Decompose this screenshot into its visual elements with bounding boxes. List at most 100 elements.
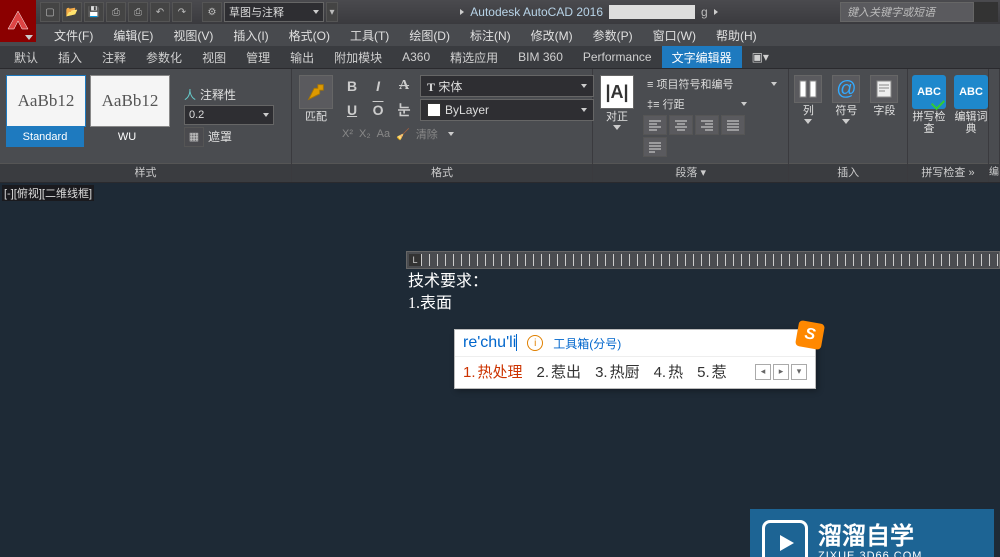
tab-bim360[interactable]: BIM 360 (508, 46, 573, 68)
qat-undo-icon[interactable]: ↶ (150, 2, 170, 22)
ime-prev-icon[interactable]: ◂ (755, 364, 771, 380)
drawing-viewport[interactable]: [-][俯视][二维线框] L 技术要求： 1.表面 S re'chu'li i… (0, 183, 1000, 557)
sogou-logo-icon[interactable]: S (795, 320, 825, 350)
subscript-button[interactable]: X₂ (359, 128, 371, 140)
play-icon[interactable] (460, 9, 464, 15)
match-icon (299, 75, 333, 109)
style-preview-wu[interactable]: AaBb12 (90, 75, 170, 127)
spellcheck-button[interactable]: ABC 拼写检查 (910, 73, 948, 159)
tab-annotate[interactable]: 注释 (92, 46, 136, 68)
ime-candidate-4[interactable]: 4.热 (654, 361, 684, 382)
font-selector[interactable]: T 宋体 (420, 75, 594, 97)
field-button[interactable]: 字段 (867, 73, 901, 159)
align-dist-icon[interactable] (643, 137, 667, 157)
qat-redo-icon[interactable]: ↷ (172, 2, 192, 22)
qat-plot-icon[interactable]: ⎙ (128, 2, 148, 22)
quick-access-toolbar: ▢ 📂 💾 ⎙ ⎙ ↶ ↷ ⚙ 草图与注释 ▾ (40, 0, 338, 24)
style-name-standard[interactable]: Standard (6, 127, 84, 147)
app-logo[interactable] (0, 0, 36, 42)
ime-candidate-1[interactable]: 1.热处理 (463, 361, 523, 382)
case-button[interactable]: Aa (377, 128, 390, 140)
tab-performance[interactable]: Performance (573, 46, 662, 68)
menu-draw[interactable]: 绘图(D) (399, 25, 460, 46)
menu-bar: 文件(F) 编辑(E) 视图(V) 插入(I) 格式(O) 工具(T) 绘图(D… (0, 24, 1000, 46)
menu-tools[interactable]: 工具(T) (340, 25, 399, 46)
tab-a360[interactable]: A360 (392, 46, 440, 68)
align-left-icon[interactable] (643, 115, 667, 135)
tab-manage[interactable]: 管理 (236, 46, 280, 68)
justify-button[interactable]: |A| 对正 (597, 73, 637, 159)
annotative-toggle[interactable]: 人 注释性 (184, 86, 274, 103)
info-icon[interactable]: i (527, 335, 543, 351)
help-search-input[interactable]: 键入关键字或短语 (840, 2, 974, 22)
columns-button[interactable]: 列 (791, 73, 825, 159)
ime-next-icon[interactable]: ▸ (773, 364, 789, 380)
doc-menu-icon[interactable] (714, 9, 718, 15)
ime-candidate-2[interactable]: 2.惹出 (537, 361, 582, 382)
gear-icon[interactable]: ⚙ (202, 2, 222, 22)
ime-more-icon[interactable]: ▾ (791, 364, 807, 380)
align-center-icon[interactable] (669, 115, 693, 135)
align-right-icon[interactable] (695, 115, 719, 135)
menu-parametric[interactable]: 参数(P) (583, 25, 643, 46)
ime-candidate-3[interactable]: 3.热厨 (595, 361, 640, 382)
linespace-button[interactable]: ‡≡ 行距 (643, 95, 751, 113)
align-justify-icon[interactable] (721, 115, 745, 135)
qat-open-icon[interactable]: 📂 (62, 2, 82, 22)
qat-save-icon[interactable]: 💾 (84, 2, 104, 22)
underline-button[interactable]: U (342, 102, 362, 118)
menu-view[interactable]: 视图(V) (163, 25, 223, 46)
tab-insert[interactable]: 插入 (48, 46, 92, 68)
dictionary-button[interactable]: ABC 编辑词典 (952, 73, 990, 159)
tab-view[interactable]: 视图 (192, 46, 236, 68)
tab-text-editor[interactable]: 文字编辑器 (662, 46, 742, 68)
strike-button[interactable]: A (394, 78, 414, 94)
menu-modify[interactable]: 修改(M) (521, 25, 583, 46)
mask-button[interactable]: ▦ 遮罩 (184, 127, 274, 147)
clear-format-button[interactable]: 清除 (416, 126, 438, 142)
text-height-input[interactable]: 0.2 (184, 105, 274, 125)
symbol-button[interactable]: @ 符号 (829, 73, 863, 159)
infocenter-icon[interactable] (974, 2, 998, 22)
mtext-editor[interactable]: 技术要求： 1.表面 (406, 269, 610, 317)
menu-insert[interactable]: 插入(I) (223, 25, 278, 46)
menu-edit[interactable]: 编辑(E) (103, 25, 163, 46)
menu-help[interactable]: 帮助(H) (706, 25, 767, 46)
ime-toolbox-link[interactable]: 工具箱(分号) (553, 335, 621, 352)
tab-featured[interactable]: 精选应用 (440, 46, 508, 68)
tab-stop-icon[interactable]: L (409, 254, 421, 266)
overline-button[interactable]: O (368, 102, 388, 118)
menu-dimension[interactable]: 标注(N) (460, 25, 521, 46)
style-preview-standard[interactable]: AaBb12 (6, 75, 86, 127)
ime-composition: re'chu'li (463, 334, 517, 352)
styles-panel: AaBb12 AaBb12 Standard WU 人 注释性 0.2 ▦ 遮罩 (0, 69, 292, 182)
match-button[interactable]: 匹配 (296, 73, 336, 159)
tab-default[interactable]: 默认 (4, 46, 48, 68)
italic-button[interactable]: I (368, 78, 388, 94)
font-button[interactable]: 눈 (394, 100, 414, 120)
style-name-wu[interactable]: WU (88, 127, 166, 147)
watermark-brand: 溜溜自学 (818, 524, 922, 550)
bullets-button[interactable]: ≡ 项目符号和编号 (643, 75, 781, 93)
superscript-button[interactable]: X² (342, 128, 353, 140)
symbol-icon: @ (832, 75, 860, 103)
menu-format[interactable]: 格式(O) (279, 25, 340, 46)
bold-button[interactable]: B (342, 78, 362, 94)
menu-file[interactable]: 文件(F) (44, 25, 103, 46)
qat-new-icon[interactable]: ▢ (40, 2, 60, 22)
app-name: Autodesk AutoCAD 2016 (470, 5, 603, 19)
find-button[interactable]: 📏 (993, 73, 1000, 159)
workspace-selector[interactable]: 草图与注释 (224, 2, 324, 22)
tab-overflow-icon[interactable]: ▣▾ (742, 46, 779, 68)
qat-saveas-icon[interactable]: ⎙ (106, 2, 126, 22)
viewport-controls[interactable]: [-][俯视][二维线框] (2, 185, 94, 201)
menu-window[interactable]: 窗口(W) (643, 25, 706, 46)
color-selector[interactable]: ByLayer (420, 99, 594, 121)
tab-addins[interactable]: 附加模块 (324, 46, 392, 68)
qat-expand-icon[interactable]: ▾ (326, 2, 338, 22)
tab-parametric[interactable]: 参数化 (136, 46, 192, 68)
text-ruler[interactable]: L (406, 251, 1000, 269)
tab-output[interactable]: 输出 (280, 46, 324, 68)
ime-candidate-5[interactable]: 5.惹 (697, 361, 727, 382)
format-panel-title: 格式 (292, 163, 592, 182)
